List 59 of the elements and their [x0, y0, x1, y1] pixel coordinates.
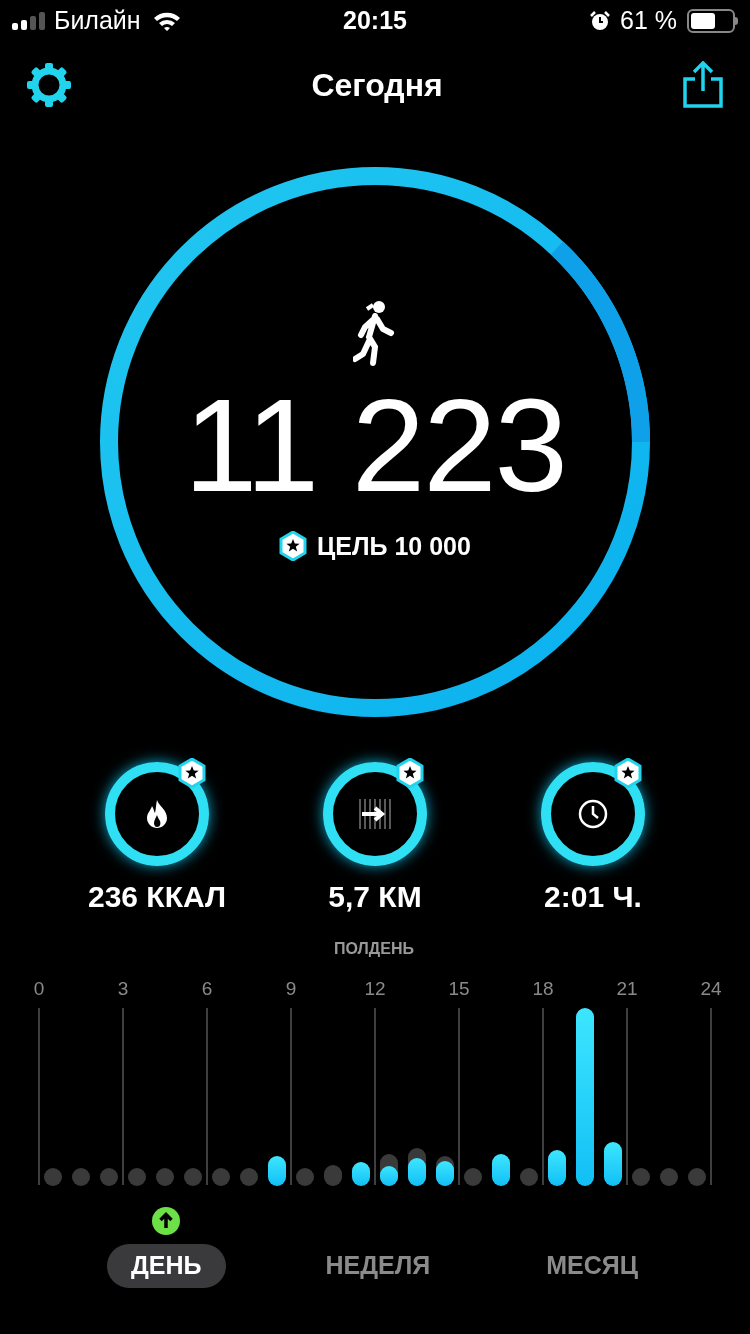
hour-label: 12: [363, 977, 387, 1001]
page-title: Сегодня: [311, 66, 443, 105]
hour-dot: [128, 1168, 146, 1186]
signal-icon: [12, 12, 46, 30]
battery-icon: [687, 9, 738, 33]
alarm-icon: [590, 11, 611, 31]
hour-bar: [436, 1156, 454, 1186]
hour-dot: [464, 1168, 482, 1186]
noon-caption: ПОЛДЕНЬ: [334, 939, 414, 959]
walker-icon: [353, 298, 397, 367]
hour-bar: [604, 1142, 622, 1186]
hour-bar: [268, 1156, 286, 1186]
hour-label: 9: [284, 977, 298, 1001]
goal-label: ЦЕЛЬ 10 000: [317, 530, 471, 562]
period-tab[interactable]: ДЕНЬ: [107, 1244, 226, 1288]
hour-dot: [240, 1168, 258, 1186]
hour-bar: [352, 1162, 370, 1186]
battery-percent: 61 %: [620, 5, 677, 37]
settings-icon[interactable]: [26, 62, 72, 108]
period-tab[interactable]: МЕСЯЦ: [530, 1244, 654, 1288]
hour-label: 18: [531, 977, 555, 1001]
hour-label: 0: [32, 977, 46, 1001]
share-icon[interactable]: [682, 61, 724, 109]
hour-bar: [548, 1150, 566, 1186]
hour-dot: [660, 1168, 678, 1186]
hour-bar: [324, 1165, 342, 1186]
period-tab[interactable]: НЕДЕЛЯ: [309, 1244, 447, 1288]
star-badge-icon: [614, 758, 642, 788]
hour-dot: [156, 1168, 174, 1186]
wifi-icon: [152, 11, 181, 31]
hour-dot: [688, 1168, 706, 1186]
step-count: 11 223: [184, 376, 566, 516]
hour-dot: [520, 1168, 538, 1186]
metric-value: 5,7 КМ: [328, 879, 422, 915]
carrier-name: Билайн: [54, 5, 141, 37]
hour-bar: [492, 1154, 510, 1186]
hour-dot: [100, 1168, 118, 1186]
hour-label: 21: [615, 977, 639, 1001]
clock-icon: [577, 798, 609, 830]
clock-time: 20:15: [343, 5, 407, 37]
star-badge-icon: [178, 758, 206, 788]
star-badge-icon: [396, 758, 424, 788]
star-badge-icon: [279, 531, 308, 562]
flame-icon: [145, 799, 169, 829]
hour-bar: [380, 1154, 398, 1186]
hour-dot: [184, 1168, 202, 1186]
hour-label: 15: [447, 977, 471, 1001]
hour-dot: [212, 1168, 230, 1186]
hour-label: 3: [116, 977, 130, 1001]
hour-dot: [72, 1168, 90, 1186]
hour-dot: [44, 1168, 62, 1186]
hour-dot: [632, 1168, 650, 1186]
hour-label: 6: [200, 977, 214, 1001]
hour-label: 24: [699, 977, 723, 1001]
metric-value: 236 ККАЛ: [87, 879, 227, 915]
metric-value: 2:01 Ч.: [544, 879, 642, 915]
hour-bar: [408, 1148, 426, 1186]
hour-dot: [296, 1168, 314, 1186]
arrow-lines-icon: [358, 797, 392, 831]
